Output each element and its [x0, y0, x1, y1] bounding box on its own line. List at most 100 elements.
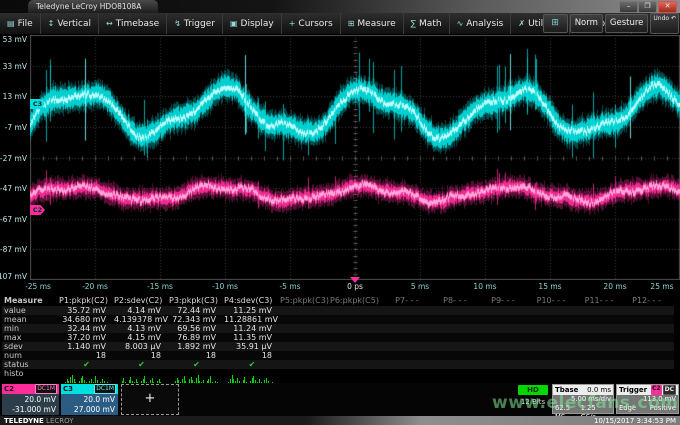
trigger-source-badge: C2 — [651, 385, 662, 395]
status-check-p12 — [627, 360, 674, 369]
measure-row-label-min: min — [2, 324, 59, 333]
measure-max-p3: 76.89 mV — [169, 333, 224, 342]
measure-value-p12 — [627, 306, 674, 315]
measure-sdev-p8 — [435, 342, 483, 351]
measure-col-header-p12[interactable]: P12- - - — [627, 296, 674, 306]
measure-num-p4: 18 — [224, 351, 280, 360]
menu-label-math: Math — [419, 19, 442, 29]
menu-item-analysis[interactable]: ∿Analysis — [450, 13, 512, 34]
measure-max-p10 — [531, 333, 579, 342]
channel-c2-offset: -31.000 mV — [2, 405, 56, 415]
status-check-p2: ✔ — [114, 360, 169, 369]
measure-col-header-p1[interactable]: P1:pkpk(C2) — [59, 296, 114, 306]
timebase-scale: 5.00 ms/div — [571, 395, 611, 404]
x-tick-label: -10 ms — [212, 282, 238, 291]
trigger-slope: Positive — [650, 404, 676, 413]
status-check-p8 — [435, 360, 483, 369]
measure-col-header-p5[interactable]: P5:pkpk(C3) — [280, 296, 330, 306]
cursors-icon: + — [289, 19, 296, 28]
measure-row-label-histo: histo — [2, 369, 59, 384]
status-check-p6 — [330, 360, 387, 369]
menu-item-vertical[interactable]: ↕Vertical — [41, 13, 99, 34]
measure-num-p1: 18 — [59, 351, 114, 360]
norm-button[interactable]: Norm — [570, 14, 603, 33]
channel-c3-descriptor[interactable]: C3 DC1M 20.0 mV 27.000 mV — [61, 384, 118, 414]
measure-col-header-p2[interactable]: P2:sdev(C2) — [114, 296, 169, 306]
vertical-arrows-icon: ↕ — [48, 19, 55, 28]
grid-layout-icon[interactable]: ⊞ — [543, 14, 568, 33]
status-check-p5 — [280, 360, 330, 369]
add-channel-button[interactable]: + — [121, 384, 179, 415]
measure-num-p8 — [435, 351, 483, 360]
measure-max-p8 — [435, 333, 483, 342]
measure-value-p10 — [531, 306, 579, 315]
measure-num-p12 — [627, 351, 674, 360]
measure-col-header-p7[interactable]: P7- - - — [387, 296, 435, 306]
hd-mode-badge: HD — [518, 385, 548, 395]
channel-c3-name: C3 — [63, 385, 73, 393]
status-check-p3: ✔ — [169, 360, 224, 369]
x-tick-label: -5 ms — [279, 282, 300, 291]
measure-col-header-p4[interactable]: P4:sdev(C3) — [224, 296, 280, 306]
channel-c2-coupling-badge: DC1M — [35, 384, 57, 394]
trigger-coupling-badge: DC — [663, 385, 676, 395]
menu-label-cursors: Cursors — [298, 19, 332, 29]
waveform-canvas[interactable] — [30, 35, 680, 280]
status-check-p11 — [579, 360, 627, 369]
channel-c3-offset: 27.000 mV — [61, 405, 115, 415]
measure-mean-p12 — [627, 315, 674, 324]
measure-min-p8 — [435, 324, 483, 333]
brand-logo: TELEDYNE LECROY — [4, 417, 74, 425]
trigger-title: Trigger — [619, 386, 647, 394]
measure-value-p11 — [579, 306, 627, 315]
analysis-icon: ∿ — [457, 19, 464, 28]
histogram-empty-p12 — [627, 369, 674, 378]
measure-sdev-p5 — [280, 342, 330, 351]
measure-table: MeasureP1:pkpk(C2)P2:sdev(C2)P3:pkpk(C3)… — [2, 296, 678, 386]
channel-c2-descriptor[interactable]: C2 DC1M 20.0 mV -31.000 mV — [2, 384, 59, 414]
measure-col-header-p10[interactable]: P10- - - — [531, 296, 579, 306]
oscilloscope-app: Teledyne LeCroy HDO8108A – ❐ ✕ ▤File↕Ver… — [0, 0, 680, 425]
x-tick-label: 5 ms — [411, 282, 429, 291]
gesture-button[interactable]: Gesture — [605, 14, 649, 33]
measure-col-header-p11[interactable]: P11- - - — [579, 296, 627, 306]
measure-mean-p9 — [483, 315, 531, 324]
measure-min-p2: 4.13 mV — [114, 324, 169, 333]
measure-sdev-p7 — [387, 342, 435, 351]
descriptor-bar: C2 DC1M 20.0 mV -31.000 mV C3 DC1M 20.0 … — [0, 383, 680, 416]
y-tick-label: -27 mV — [0, 154, 27, 163]
measure-col-header-p6[interactable]: P6:pkpk(C5) — [330, 296, 387, 306]
measure-row-label-status: status — [2, 360, 59, 369]
histogram-empty-p10 — [531, 369, 579, 378]
trigger-time-marker[interactable] — [350, 277, 360, 283]
close-button[interactable]: ✕ — [658, 1, 677, 13]
menu-item-measure[interactable]: ⊞Measure — [341, 13, 404, 34]
trigger-descriptor[interactable]: Trigger C2 DC 113.0 mV Edge Positive — [616, 384, 679, 414]
measure-col-header-p9[interactable]: P9- - - — [483, 296, 531, 306]
undo-button[interactable]: Undo ↶ — [650, 13, 679, 34]
measure-min-p1: 32.44 mV — [59, 324, 114, 333]
trigger-level: 113.0 mV — [643, 395, 676, 404]
menu-item-file[interactable]: ▤File — [0, 13, 41, 34]
measure-sdev-p6 — [330, 342, 387, 351]
timebase-descriptor[interactable]: Tbase 0.0 ms 5.00 ms/div 62.5 MS 1.25 GS… — [552, 384, 614, 414]
measure-col-header-p3[interactable]: P3:pkpk(C3) — [169, 296, 224, 306]
status-check-p4: ✔ — [224, 360, 280, 369]
menu-item-timebase[interactable]: ↔Timebase — [99, 13, 167, 34]
x-tick-label: 25 ms — [650, 282, 673, 291]
measure-max-p6 — [330, 333, 387, 342]
measure-col-header-p8[interactable]: P8- - - — [435, 296, 483, 306]
measure-min-p6 — [330, 324, 387, 333]
menu-label-measure: Measure — [357, 19, 395, 29]
menu-item-trigger[interactable]: ↯Trigger — [167, 13, 223, 34]
measure-num-p6 — [330, 351, 387, 360]
menu-item-cursors[interactable]: +Cursors — [282, 13, 341, 34]
maximize-button[interactable]: ❐ — [638, 1, 657, 13]
waveform-grid[interactable] — [30, 35, 680, 280]
menu-label-display: Display — [241, 19, 274, 29]
minimize-button[interactable]: – — [619, 1, 638, 13]
histogram-empty-p9 — [483, 369, 531, 378]
menu-item-math[interactable]: ∑Math — [404, 13, 450, 34]
horizontal-arrows-icon: ↔ — [106, 19, 113, 28]
menu-item-display[interactable]: ▣Display — [223, 13, 282, 34]
